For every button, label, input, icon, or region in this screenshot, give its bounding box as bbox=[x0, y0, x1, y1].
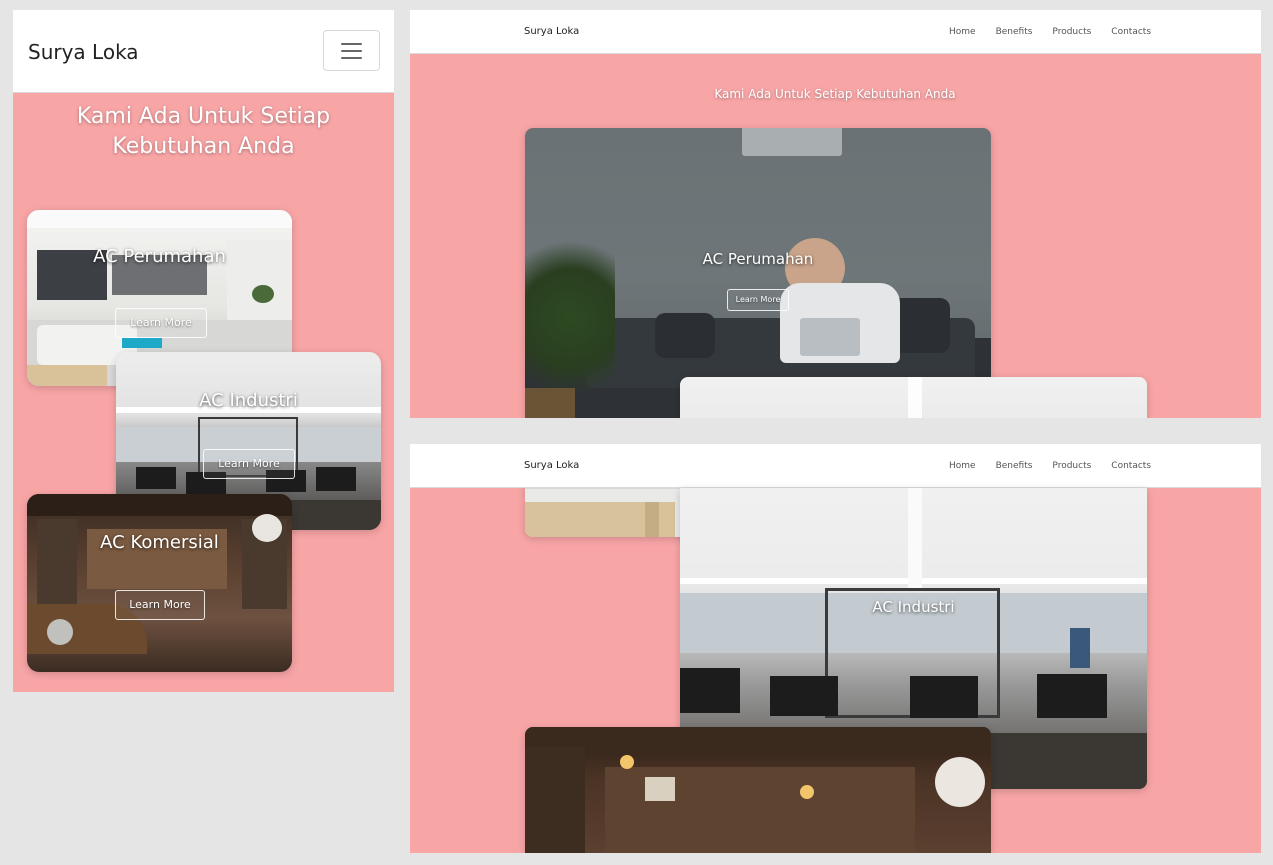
ac-unit-icon bbox=[742, 128, 842, 156]
nav-products[interactable]: Products bbox=[1052, 461, 1091, 471]
product-card-komersial[interactable] bbox=[525, 727, 991, 853]
card-title: AC Industri bbox=[199, 390, 298, 411]
hero-title: Kami Ada Untuk Setiap Kebutuhan Anda bbox=[76, 104, 331, 159]
card-title: AC Industri bbox=[872, 598, 955, 616]
restaurant-image bbox=[525, 727, 991, 853]
product-card-industri-peek[interactable] bbox=[680, 377, 1147, 418]
mobile-view: Surya Loka Kami Ada Untuk Setiap Kebutuh… bbox=[13, 10, 394, 692]
nav-products[interactable]: Products bbox=[1052, 27, 1091, 37]
nav-home[interactable]: Home bbox=[949, 461, 976, 471]
desktop-navbar: Surya Loka Home Benefits Products Contac… bbox=[410, 444, 1261, 488]
nav-benefits[interactable]: Benefits bbox=[996, 27, 1033, 37]
product-card-perumahan[interactable]: AC Perumahan Learn More bbox=[525, 128, 991, 418]
hamburger-icon-line bbox=[341, 57, 362, 59]
card-title: AC Komersial bbox=[100, 532, 219, 553]
card-title: AC Perumahan bbox=[702, 250, 814, 268]
product-card-komersial[interactable]: AC Komersial Learn More bbox=[27, 494, 292, 672]
nav-benefits[interactable]: Benefits bbox=[996, 461, 1033, 471]
learn-more-button[interactable]: Learn More bbox=[203, 449, 295, 479]
desktop-view-scrolled: Surya Loka Home Benefits Products Contac… bbox=[410, 444, 1261, 853]
desktop-view-top: Surya Loka Home Benefits Products Contac… bbox=[410, 10, 1261, 418]
mobile-navbar: Surya Loka bbox=[13, 10, 394, 93]
living-room-ac-image bbox=[525, 128, 991, 418]
menu-toggle-button[interactable] bbox=[323, 30, 380, 71]
nav-contacts[interactable]: Contacts bbox=[1111, 461, 1151, 471]
nav-home[interactable]: Home bbox=[949, 27, 976, 37]
hamburger-icon-line bbox=[341, 50, 362, 52]
office-image bbox=[680, 377, 1147, 418]
brand-logo[interactable]: Surya Loka bbox=[28, 40, 139, 64]
learn-more-button[interactable]: Learn More bbox=[115, 308, 207, 338]
hamburger-icon bbox=[341, 43, 362, 45]
desktop-navbar: Surya Loka Home Benefits Products Contac… bbox=[410, 10, 1261, 54]
nav-menu: Home Benefits Products Contacts bbox=[949, 27, 1151, 37]
learn-more-button[interactable]: Learn More bbox=[115, 590, 205, 620]
learn-more-button[interactable]: Learn More bbox=[727, 289, 789, 311]
brand-logo[interactable]: Surya Loka bbox=[524, 26, 579, 37]
restaurant-image bbox=[27, 494, 292, 672]
nav-contacts[interactable]: Contacts bbox=[1111, 27, 1151, 37]
brand-logo[interactable]: Surya Loka bbox=[524, 460, 579, 471]
hero-title: Kami Ada Untuk Setiap Kebutuhan Anda bbox=[714, 87, 956, 101]
nav-menu: Home Benefits Products Contacts bbox=[949, 461, 1151, 471]
card-title: AC Perumahan bbox=[93, 246, 226, 267]
